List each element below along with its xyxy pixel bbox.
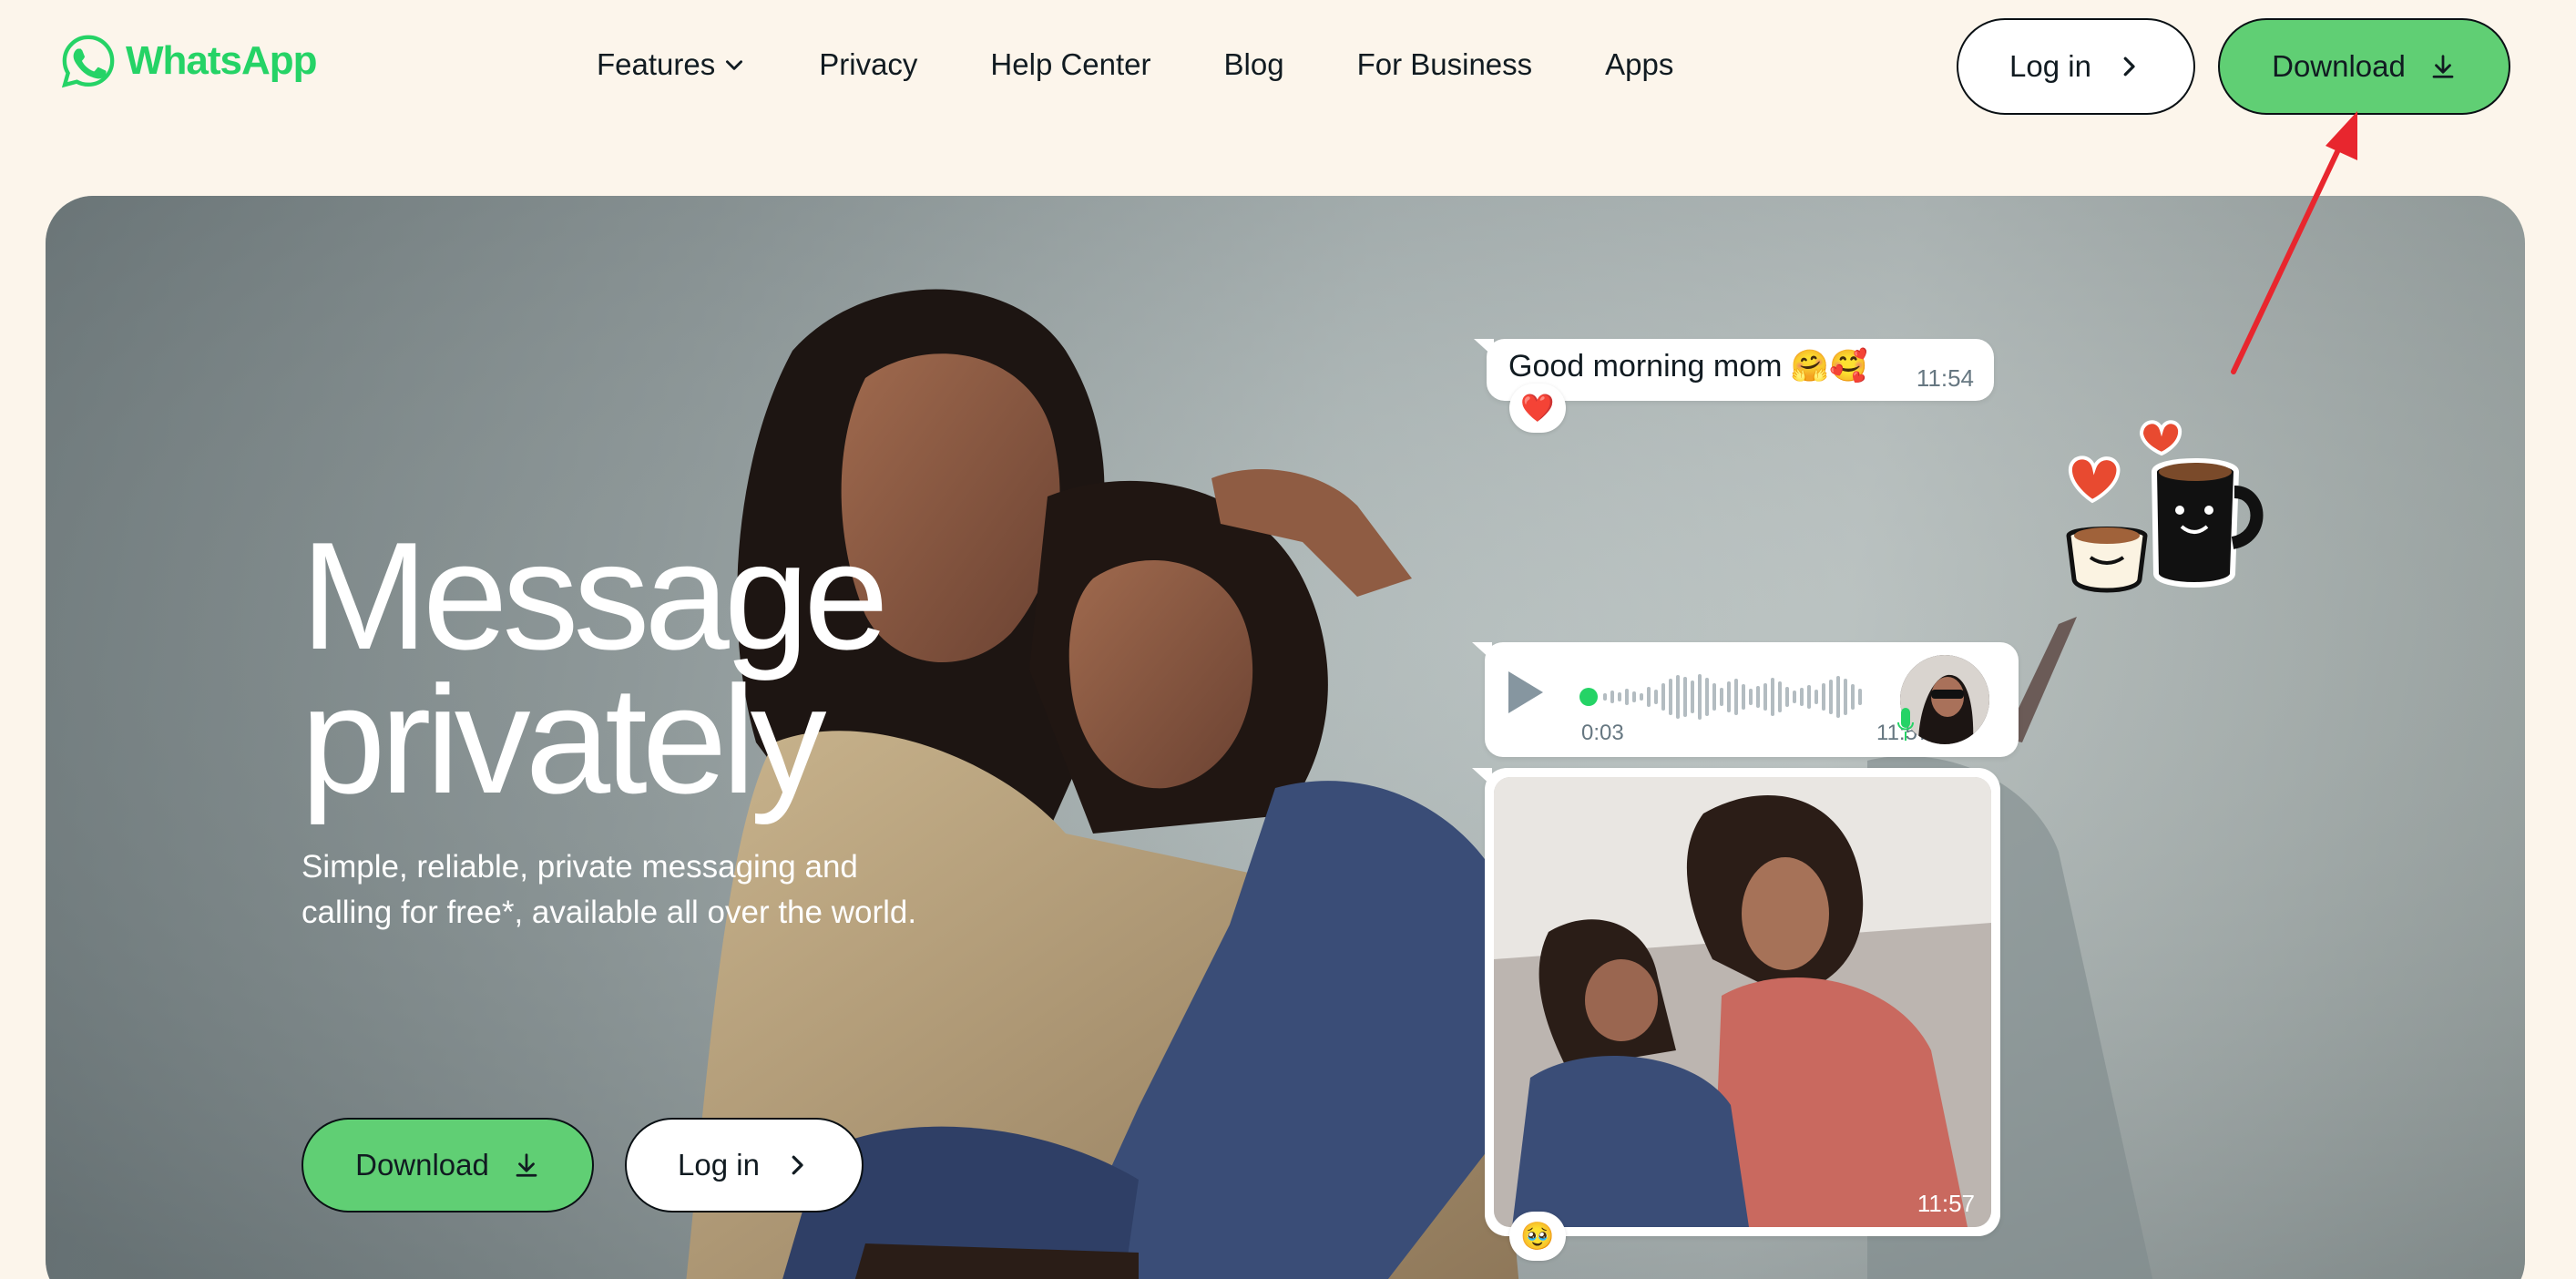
chevron-right-icon: [2123, 56, 2135, 77]
download-label: Download: [355, 1148, 489, 1182]
hero-section: Message privately Simple, reliable, priv…: [46, 196, 2525, 1279]
message-time: 11:54: [1916, 364, 1974, 392]
message-time: 11:57: [1917, 1190, 1975, 1217]
message-reaction: 🥹: [1509, 1212, 1566, 1261]
mic-icon: [1897, 708, 1914, 741]
waveform-bar: [1742, 684, 1745, 710]
chevron-right-icon: [792, 1155, 803, 1175]
waveform-bar: [1640, 693, 1643, 701]
waveform-bar: [1778, 681, 1782, 712]
waveform-bar: [1618, 692, 1621, 701]
whatsapp-logo[interactable]: WhatsApp: [60, 33, 318, 89]
shared-photo: [1494, 777, 1991, 1227]
voice-waveform: [1579, 674, 1862, 720]
message-text: Good morning mom 🤗🥰: [1508, 349, 1868, 384]
waveform-bar: [1654, 690, 1658, 704]
waveform-bar: [1712, 683, 1716, 711]
nav-download-button[interactable]: Download: [2218, 18, 2510, 115]
chevron-down-icon: [726, 60, 743, 70]
headline-line-1: Message: [301, 510, 889, 681]
waveform-bar: [1844, 679, 1847, 715]
waveform-bar: [1822, 683, 1825, 711]
waveform-bar: [1858, 689, 1862, 705]
waveform-bar: [1705, 678, 1709, 716]
waveform-bar: [1793, 691, 1796, 703]
nav-link-privacy[interactable]: Privacy: [819, 47, 917, 82]
download-label: Download: [2272, 49, 2406, 83]
playhead-dot: [1579, 688, 1598, 706]
waveform-bar: [1785, 687, 1789, 707]
bubble-tail: [1472, 768, 1492, 786]
waveform-bar: [1676, 675, 1680, 719]
waveform-bar: [1610, 691, 1614, 703]
hero-headline: Message privately: [301, 510, 889, 825]
waveform-bar: [1691, 680, 1694, 713]
waveform-bar: [1756, 686, 1760, 708]
voice-elapsed: 0:03: [1581, 721, 1624, 745]
waveform-bar: [1632, 691, 1636, 702]
nav-link-label: For Business: [1356, 47, 1533, 81]
nav-link-label: Apps: [1605, 47, 1674, 81]
headline-line-2: privately: [301, 654, 827, 825]
waveform-bar: [1683, 677, 1687, 717]
waveform-bar: [1851, 684, 1855, 710]
nav-link-help-center[interactable]: Help Center: [990, 47, 1150, 82]
coffee-sticker: [2066, 420, 2264, 593]
waveform-bar: [1749, 689, 1753, 705]
waveform-bar: [1727, 681, 1731, 712]
waveform-bar: [1763, 683, 1767, 711]
waveform-bar: [1829, 680, 1833, 714]
brand-name: WhatsApp: [126, 38, 318, 83]
download-icon: [2432, 55, 2454, 78]
waveform-bar: [1836, 676, 1840, 718]
hero-subline: Simple, reliable, private messaging and …: [302, 849, 917, 930]
top-navigation: WhatsApp Features Privacy Help Center Bl…: [0, 0, 2576, 137]
chat-message-text: Good morning mom 🤗🥰 11:54: [1474, 339, 1994, 401]
nav-login-button[interactable]: Log in: [1957, 18, 2195, 115]
waveform-bar: [1661, 683, 1665, 711]
chat-photo-message[interactable]: 11:57: [1472, 768, 2000, 1236]
nav-link-label: Help Center: [990, 47, 1151, 81]
whatsapp-logo-icon: [61, 35, 115, 88]
nav-link-for-business[interactable]: For Business: [1357, 47, 1533, 82]
waveform-bar: [1814, 690, 1818, 704]
nav-link-apps[interactable]: Apps: [1605, 47, 1673, 82]
nav-link-label: Privacy: [819, 47, 918, 81]
bubble-tail: [1474, 339, 1494, 357]
message-reaction: ❤️: [1509, 384, 1566, 433]
play-icon[interactable]: [1508, 671, 1543, 713]
waveform-bar: [1669, 679, 1672, 715]
download-icon: [516, 1153, 537, 1177]
hero-login-button[interactable]: Log in: [625, 1118, 864, 1212]
login-label: Log in: [2009, 49, 2091, 83]
waveform-bar: [1603, 693, 1607, 701]
chat-voice-message: 0:03 11:57: [1472, 642, 2019, 757]
hero-download-button[interactable]: Download: [302, 1118, 594, 1212]
waveform-bar: [1698, 674, 1702, 720]
waveform-bar: [1625, 689, 1629, 705]
nav-link-label: Features: [597, 47, 716, 81]
waveform-bar: [1720, 688, 1723, 706]
nav-link-features[interactable]: Features: [597, 47, 746, 82]
waveform-bar: [1771, 678, 1774, 716]
waveform-bar: [1800, 688, 1804, 706]
nav-links: Features Privacy Help Center Blog For Bu…: [597, 47, 1673, 82]
nav-link-label: Blog: [1223, 47, 1284, 81]
nav-link-blog[interactable]: Blog: [1224, 47, 1284, 82]
waveform-bar: [1807, 685, 1811, 709]
waveform-bar: [1647, 687, 1651, 707]
login-label: Log in: [678, 1148, 760, 1182]
waveform-bar: [1734, 679, 1738, 715]
bubble-tail: [1472, 642, 1492, 660]
